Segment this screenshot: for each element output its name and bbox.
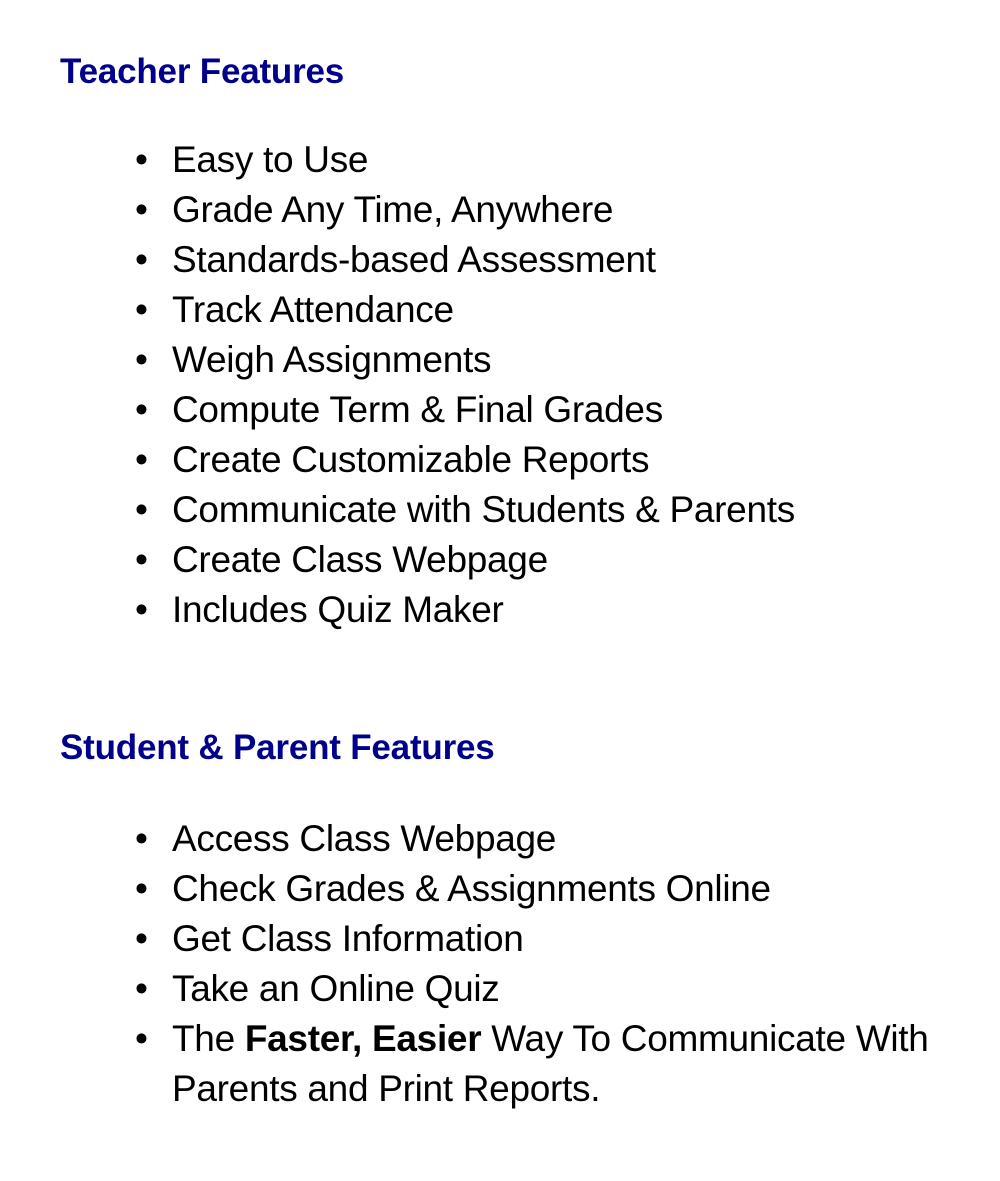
list-item-label: Grade Any Time, Anywhere [172, 189, 614, 230]
list-item: • Track Attendance [0, 285, 1000, 335]
list-item-label: Create Class Webpage [172, 539, 548, 580]
list-item-label: Standards-based Assessment [172, 239, 656, 280]
list-item-label: Take an Online Quiz [172, 968, 500, 1009]
bullet-icon: • [135, 389, 148, 430]
list-item: • Access Class Webpage [0, 814, 1000, 864]
teacher-features-list: • Easy to Use • Grade Any Time, Anywhere • St… [0, 135, 1000, 635]
teacher-features-section-header: Teacher Features [60, 52, 344, 92]
bullet-icon: • [135, 189, 148, 230]
bullet-icon: • [135, 239, 148, 280]
teacher-features-heading: Teacher Features [60, 52, 345, 91]
list-item: • Get Class Information [0, 914, 1000, 964]
list-item: • The Faster, Easier Way To Communicate W… [0, 1014, 1000, 1114]
list-item-label: Easy to Use [172, 139, 369, 180]
list-item-label: Compute Term & Final Grades [172, 389, 663, 430]
bullet-icon: • [135, 589, 148, 630]
bullet-icon: • [135, 918, 148, 959]
plain-text: The [172, 1018, 245, 1059]
list-item-label: Communicate with Students & Parents [172, 489, 795, 530]
list-item: • Create Class Webpage [0, 535, 1000, 585]
list-item-label: Check Grades & Assignments Online [172, 868, 771, 909]
bullet-icon: • [135, 539, 148, 580]
student-parent-features-list-container: • Access Class Webpage • Check Grades & Ass… [0, 814, 1000, 1114]
list-item: • Grade Any Time, Anywhere [0, 185, 1000, 235]
bullet-icon: • [135, 289, 148, 330]
list-item: • Compute Term & Final Grades [0, 385, 1000, 435]
student-parent-features-heading: Student & Parent Features [60, 728, 495, 767]
bullet-icon: • [135, 818, 148, 859]
list-item: • Weigh Assignments [0, 335, 1000, 385]
bullet-icon: • [135, 489, 148, 530]
list-item: • Take an Online Quiz [0, 964, 1000, 1014]
list-item: • Communicate with Students & Parents [0, 485, 1000, 535]
bullet-icon: • [135, 968, 148, 1009]
bullet-icon: • [135, 1018, 148, 1059]
bullet-icon: • [135, 868, 148, 909]
list-item: • Easy to Use [0, 135, 1000, 185]
student-parent-features-section-header: Student & Parent Features [60, 728, 495, 768]
list-item: • Standards-based Assessment [0, 235, 1000, 285]
bullet-icon: • [135, 339, 148, 380]
list-item: • Check Grades & Assignments Online [0, 864, 1000, 914]
list-item-label: Access Class Webpage [172, 818, 557, 859]
list-item-label: Get Class Information [172, 918, 524, 959]
emphasis-text: Faster, Easier [244, 1018, 482, 1059]
list-item-label: Weigh Assignments [172, 339, 492, 380]
student-parent-features-list: • Access Class Webpage • Check Grades & Ass… [0, 814, 1000, 1114]
list-item-label: The Faster, Easier Way To Communicate Wi… [172, 1014, 962, 1114]
list-item: • Includes Quiz Maker [0, 585, 1000, 635]
list-item-label: Create Customizable Reports [172, 439, 650, 480]
teacher-features-list-container: • Easy to Use • Grade Any Time, Anywhere • St… [0, 135, 1000, 635]
list-item-label: Track Attendance [172, 289, 454, 330]
list-item-label: Includes Quiz Maker [172, 589, 504, 630]
bullet-icon: • [135, 439, 148, 480]
bullet-icon: • [135, 139, 148, 180]
features-page: Teacher Features • Easy to Use • Grade Any … [0, 0, 1000, 1181]
list-item: • Create Customizable Reports [0, 435, 1000, 485]
